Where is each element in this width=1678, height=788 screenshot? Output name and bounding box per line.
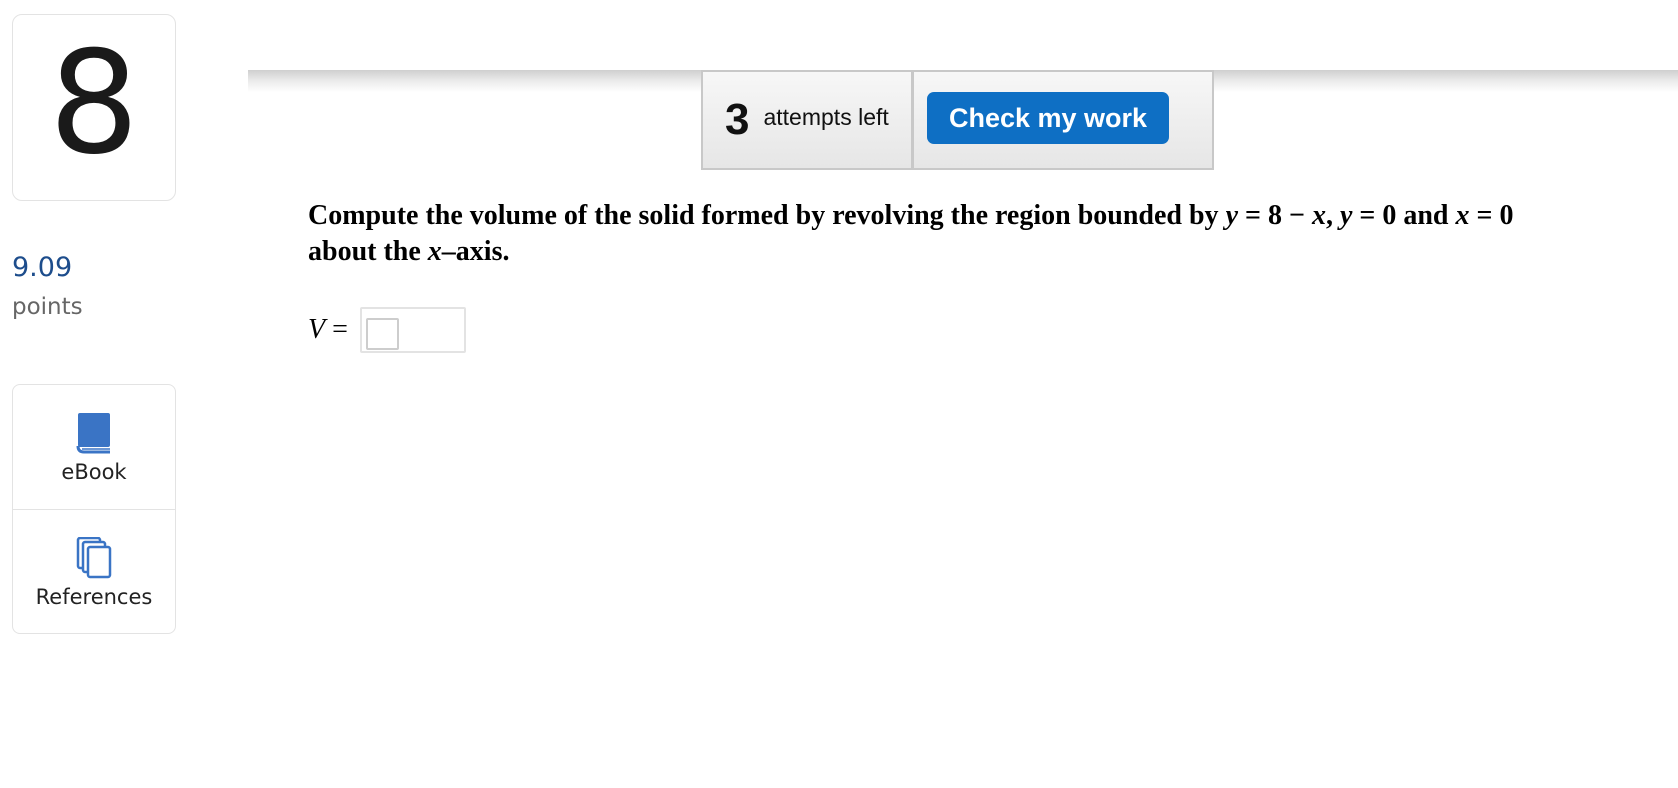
- points-label: points: [12, 294, 83, 320]
- check-my-work-button[interactable]: Check my work: [927, 92, 1169, 144]
- attempts-box: 3 attempts left: [701, 70, 913, 170]
- math-entry-box[interactable]: [365, 318, 399, 350]
- documents-icon: [76, 536, 112, 579]
- book-icon: [76, 412, 112, 454]
- resources-panel: eBook References: [12, 384, 176, 634]
- ebook-label: eBook: [61, 460, 127, 484]
- question-number: 8: [48, 20, 140, 186]
- points-value: 9.09: [12, 252, 73, 283]
- references-button[interactable]: References: [13, 509, 175, 633]
- attempts-count: 3: [725, 95, 750, 144]
- ebook-button[interactable]: eBook: [13, 385, 175, 509]
- volume-answer-input[interactable]: [359, 307, 466, 353]
- answer-label: V =: [308, 314, 348, 345]
- check-work-box: Check my work: [912, 70, 1214, 170]
- question-text: Compute the volume of the solid formed b…: [308, 200, 1514, 267]
- answer-row: V =: [308, 307, 466, 353]
- references-label: References: [35, 585, 153, 609]
- question-number-card: 8: [12, 14, 176, 201]
- attempts-text: attempts left: [763, 103, 889, 130]
